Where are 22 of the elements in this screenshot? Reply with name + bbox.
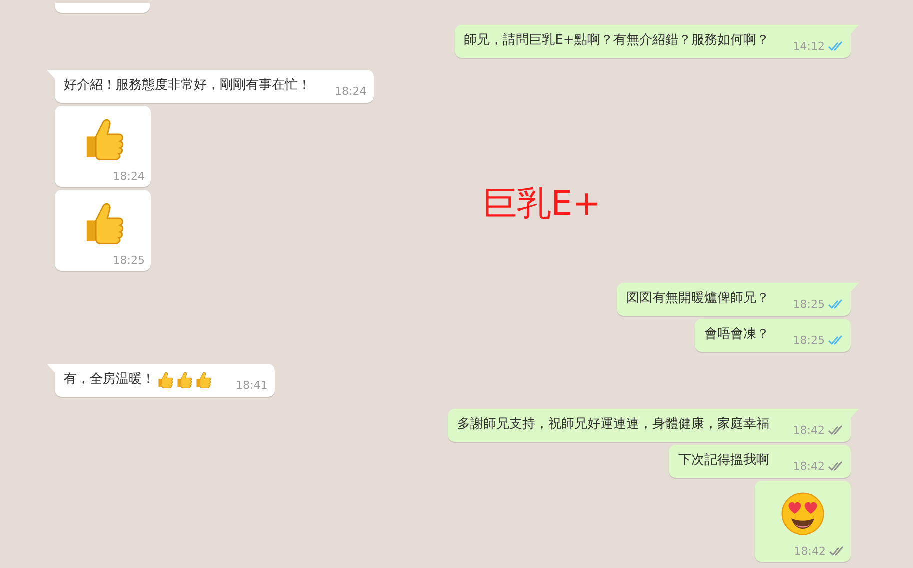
message-time: 18:42 [793, 460, 825, 473]
thumbs-up-icon [194, 370, 212, 388]
message-text: 好介紹！服務態度非常好，剛剛有事在忙！ [64, 77, 311, 95]
thumbs-up-icon [175, 370, 193, 388]
message-time: 18:25 [793, 334, 825, 347]
overlay-caption: 巨乳E+ [483, 186, 601, 224]
message-text: 有，全房温暖！ [64, 371, 155, 389]
message-text: 會唔會凍？ [704, 326, 770, 344]
thumbs-up-icon [156, 370, 174, 388]
message-text: 多謝師兄支持，祝師兄好運連連，身體健康，家庭幸福 [457, 416, 770, 434]
message-text: 師兄，請問巨乳E+點啊？有無介紹錯？服務如何啊？ [464, 32, 770, 50]
message-time: 18:24 [113, 170, 145, 183]
message-time: 18:42 [793, 424, 825, 437]
message-time: 18:42 [794, 545, 826, 558]
message-time: 18:41 [236, 379, 268, 392]
message-time: 14:12 [793, 40, 825, 53]
message-time: 18:24 [335, 85, 367, 98]
message-text: 図図有無開暖爐俾師兄？ [626, 290, 770, 308]
message-time: 18:25 [113, 254, 145, 267]
message-text: 下次記得搵我啊 [678, 452, 770, 470]
heart-eyes-emoji-icon [780, 491, 826, 537]
message-time: 18:25 [793, 298, 825, 311]
